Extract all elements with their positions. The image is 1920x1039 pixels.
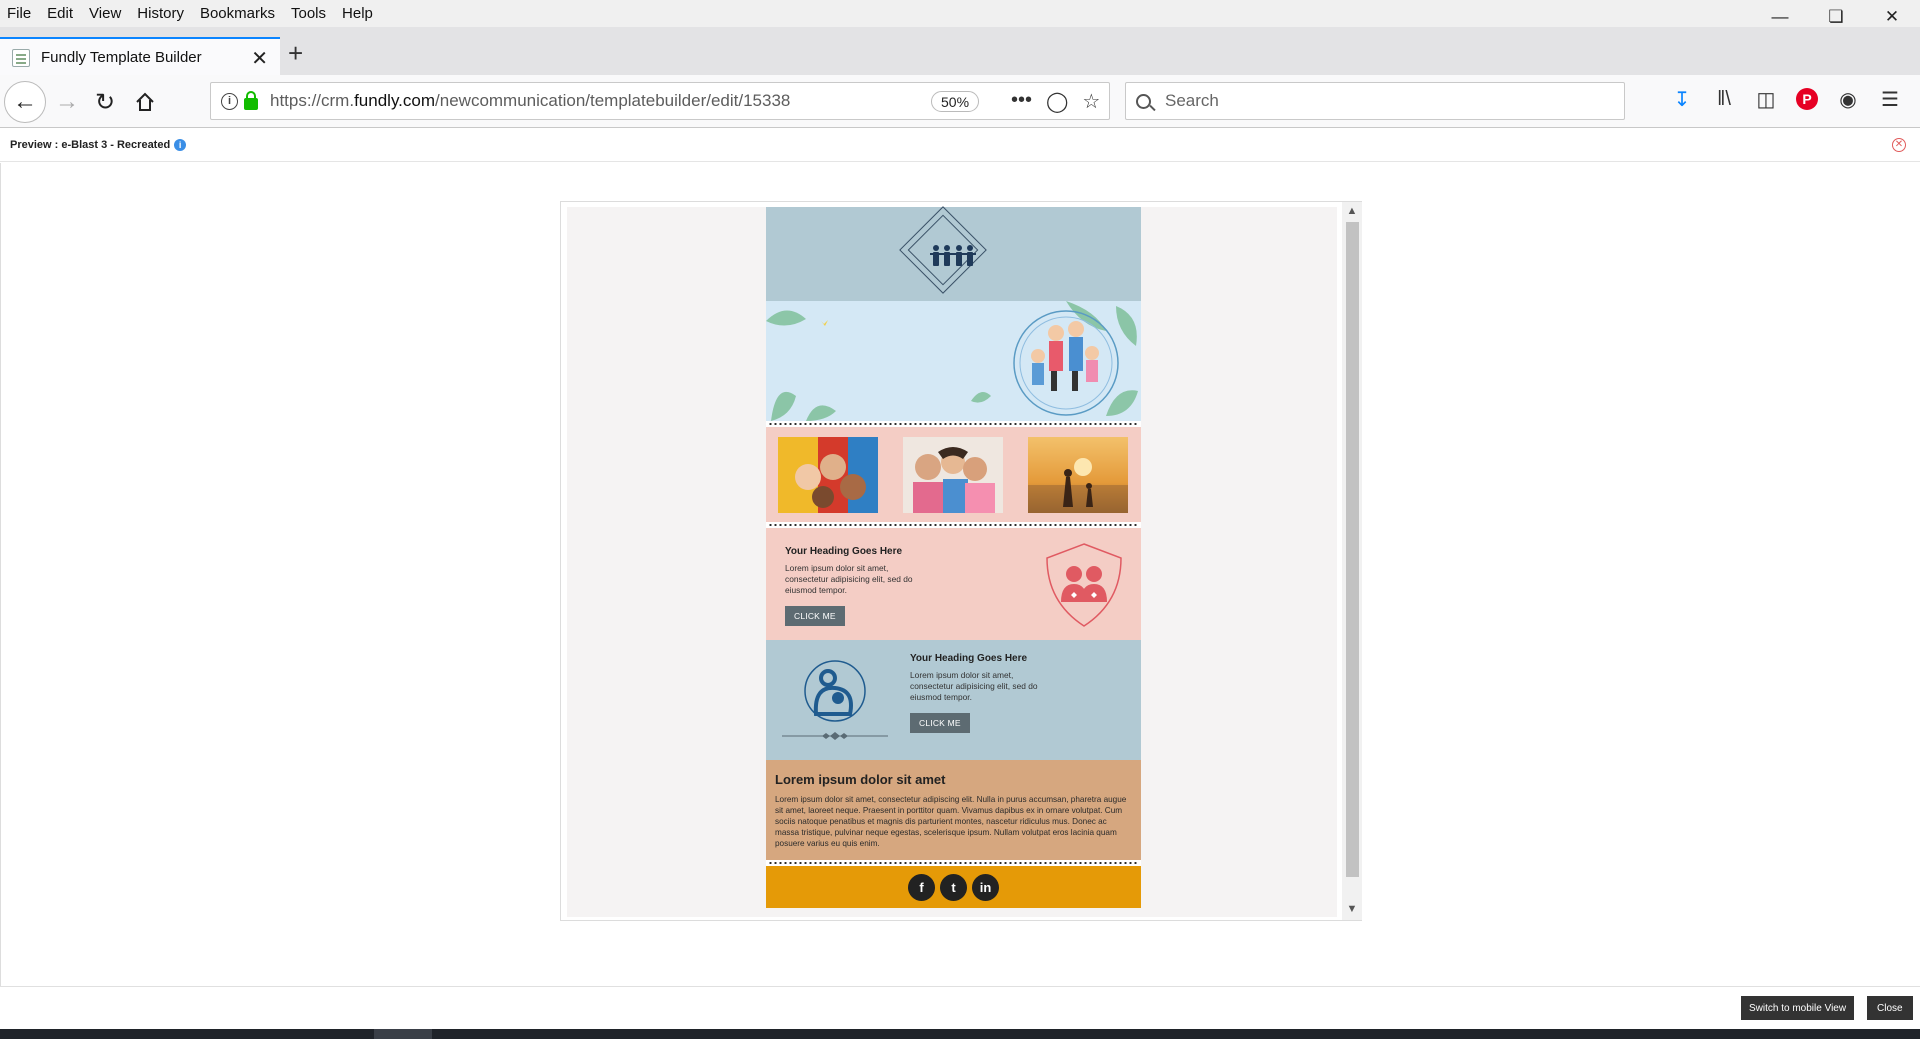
gallery-photo-1 [778,437,878,513]
preview-scrollbar[interactable]: ▲ ▼ [1342,202,1362,920]
lock-icon [244,90,258,110]
article-heading: Lorem ipsum dolor sit amet [775,772,946,787]
back-icon[interactable]: ← [4,81,46,123]
email-preview-frame: Your Heading Goes Here Lorem ipsum dolor… [560,201,1362,921]
gallery-photo-3 [1028,437,1128,513]
linkedin-icon[interactable]: in [972,873,999,901]
pinterest-icon[interactable]: P [1796,88,1818,110]
url-text[interactable]: https://crm.fundly.com/newcommunication/… [270,91,790,111]
photo-gallery [766,427,1141,522]
tab-strip: Fundly Template Builder ✕ + [0,27,1920,76]
preview-header: Preview : e-Blast 3 - Recreated i ✕ [0,128,1920,162]
scroll-up-icon[interactable]: ▲ [1345,204,1359,218]
menu-tools[interactable]: Tools [283,2,334,26]
download-icon[interactable]: ↧ [1670,87,1694,111]
library-icon[interactable]: ‖\ [1712,87,1736,111]
article-text: Lorem ipsum dolor sit amet, consectetur … [775,795,1127,848]
hero-banner [766,301,1141,421]
tab-close-icon[interactable]: ✕ [251,46,268,71]
block-2-text: Lorem ipsum dolor sit amet, consectetur … [910,670,1038,702]
nav-bar: ← → ↻ i https://crm.fundly.com/newcommun… [0,75,1920,128]
zoom-level-badge[interactable]: 50% [931,91,980,112]
new-tab-icon[interactable]: + [288,40,303,66]
account-icon[interactable]: ◉ [1836,87,1860,111]
more-actions-icon[interactable]: ••• [1011,89,1032,114]
forward-icon[interactable]: → [52,85,82,119]
tab-fundly[interactable]: Fundly Template Builder ✕ [0,37,280,76]
site-info-icon[interactable]: i [221,92,238,110]
menu-history[interactable]: History [129,2,192,26]
hero-illustration [766,301,1138,421]
search-input[interactable]: Search [1165,91,1219,111]
menu-view[interactable]: View [81,2,129,26]
email-template: Your Heading Goes Here Lorem ipsum dolor… [766,206,1141,908]
block-2-cta-button[interactable]: CLICK ME [910,713,970,733]
search-icon [1136,93,1151,109]
preview-footer: Switch to mobile View Close [0,986,1920,1029]
bookmark-star-icon[interactable]: ☆ [1082,89,1100,114]
info-icon[interactable]: i [174,138,187,151]
menu-file[interactable]: File [0,2,39,26]
menu-edit[interactable]: Edit [39,2,81,26]
gallery-photo-2 [903,437,1003,513]
article-section: Lorem ipsum dolor sit amet Lorem ipsum d… [766,760,1141,860]
close-button[interactable]: Close [1867,996,1913,1020]
sidebar-icon[interactable]: ◫ [1754,87,1778,111]
social-footer: f t in [766,866,1141,908]
scroll-down-icon[interactable]: ▼ [1345,902,1359,916]
toolbar-icons: ↧ ‖\ ◫ P ◉ ☰ [1670,87,1902,111]
tab-title: Fundly Template Builder [41,49,202,66]
preview-body: Your Heading Goes Here Lorem ipsum dolor… [0,163,1920,986]
family-logo-icon [930,245,976,266]
reload-icon[interactable]: ↻ [90,85,120,119]
url-bar[interactable]: i https://crm.fundly.com/newcommunicatio… [210,82,1110,120]
content-block-2: Your Heading Goes Here Lorem ipsum dolor… [766,640,1141,760]
preview-title: Preview : e-Blast 3 - Recreated [10,138,171,151]
menu-bar: File Edit View History Bookmarks Tools H… [0,0,1920,27]
close-preview-icon[interactable]: ✕ [1892,138,1906,152]
os-taskbar [0,1029,1920,1039]
scroll-thumb[interactable] [1346,222,1359,877]
block-2-heading: Your Heading Goes Here [910,653,1028,664]
family-shield-icon [1046,543,1122,627]
block-1-text: Lorem ipsum dolor sit amet, consectetur … [785,563,913,595]
mother-child-icon [782,660,888,740]
switch-mobile-view-button[interactable]: Switch to mobile View [1741,996,1855,1020]
email-canvas: Your Heading Goes Here Lorem ipsum dolor… [567,206,1337,917]
taskbar-item[interactable] [374,1029,432,1039]
hamburger-menu-icon[interactable]: ☰ [1878,87,1902,111]
logo-section [766,206,1141,301]
page-actions: ••• ◯ ☆ [1011,89,1100,114]
block-1-heading: Your Heading Goes Here [785,546,903,557]
search-bar[interactable]: Search [1125,82,1625,120]
page-favicon-icon [12,48,30,67]
home-icon[interactable] [130,85,160,119]
facebook-icon[interactable]: f [908,873,935,901]
menu-bookmarks[interactable]: Bookmarks [192,2,283,26]
content-block-1: Your Heading Goes Here Lorem ipsum dolor… [766,528,1141,640]
block-1-cta-button[interactable]: CLICK ME [785,606,845,626]
menu-help[interactable]: Help [334,2,381,26]
pocket-icon[interactable]: ◯ [1046,89,1068,114]
switch-mobile-view-label: Switch to mobile View [1749,1002,1847,1014]
twitter-icon[interactable]: t [940,873,967,901]
